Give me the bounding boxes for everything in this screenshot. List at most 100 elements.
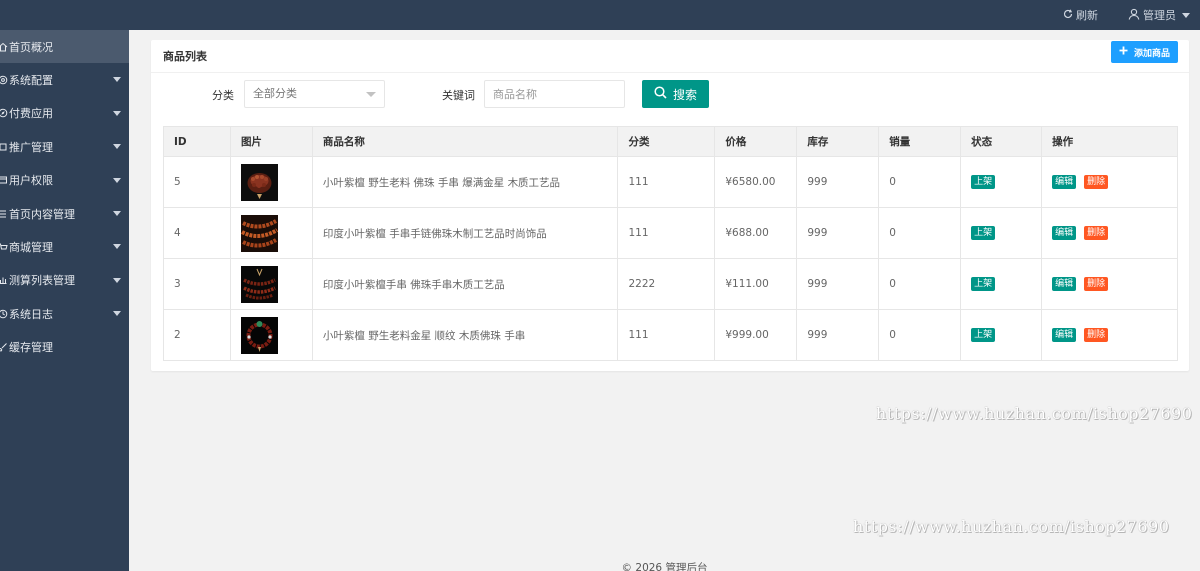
watermark-text: https://www.huzhan.com/ishop27690 bbox=[876, 404, 1193, 423]
sidebar-item-calculation-list[interactable]: 测算列表管理 bbox=[0, 264, 129, 297]
table-row: 2 小叶紫檀 野生老料金星 顺纹 木质佛珠 手串 111 ¥999.00 999… bbox=[163, 309, 1178, 361]
search-icon bbox=[654, 86, 667, 102]
cell-sales: 0 bbox=[878, 309, 962, 361]
search-form: 分类 全部分类 关键词 搜索 bbox=[151, 80, 1189, 108]
add-product-label: 添加商品 bbox=[1133, 48, 1170, 59]
cell-actions: 编辑 删除 bbox=[1041, 207, 1178, 259]
share-icon bbox=[0, 142, 8, 152]
column-header-image: 图片 bbox=[229, 126, 313, 157]
column-header-status: 状态 bbox=[960, 126, 1043, 157]
cell-image bbox=[229, 156, 313, 208]
column-header-category: 分类 bbox=[617, 126, 716, 157]
panel-title: 商品列表 bbox=[163, 50, 207, 63]
column-header-stock: 库存 bbox=[796, 126, 880, 157]
table-header-row: ID 图片 商品名称 分类 价格 库存 销量 状态 操作 bbox=[163, 126, 1178, 157]
chevron-down-icon bbox=[113, 177, 121, 183]
sidebar-item-promotion[interactable]: 推广管理 bbox=[0, 130, 129, 163]
keyword-input[interactable] bbox=[484, 80, 625, 108]
status-badge: 上架 bbox=[971, 328, 996, 342]
search-button[interactable]: 搜索 bbox=[642, 80, 709, 108]
cell-price: ¥688.00 bbox=[714, 207, 798, 259]
top-bar: 刷新 管理员 bbox=[0, 0, 1200, 30]
cell-name: 印度小叶紫檀 手串手链佛珠木制工艺品时尚饰品 bbox=[311, 207, 619, 259]
cell-image bbox=[229, 258, 313, 310]
sidebar-item-system-config[interactable]: 系统配置 bbox=[0, 63, 129, 96]
cell-category: 111 bbox=[617, 156, 716, 208]
category-label: 分类 bbox=[212, 89, 234, 102]
delete-button[interactable]: 删除 bbox=[1084, 175, 1109, 189]
cell-name: 小叶紫檀 野生老料 佛珠 手串 爆满金星 木质工艺品 bbox=[311, 156, 619, 208]
cell-category: 111 bbox=[617, 207, 716, 259]
cell-id: 4 bbox=[163, 207, 231, 259]
cell-actions: 编辑 删除 bbox=[1041, 258, 1178, 310]
plus-icon bbox=[1119, 46, 1128, 58]
product-list-panel: 商品列表 添加商品 分类 全部分类 关键词 搜索 ID 图片 商品名称 分类 价… bbox=[151, 40, 1189, 371]
product-thumbnail bbox=[240, 265, 278, 303]
table-row: 4 印度小叶紫檀 手串手链佛珠木制工艺品时尚饰品 111 ¥688.00 999… bbox=[163, 207, 1178, 259]
category-select[interactable]: 全部分类 bbox=[244, 80, 385, 108]
cell-stock: 999 bbox=[796, 156, 880, 208]
gear-icon bbox=[0, 75, 8, 85]
delete-button[interactable]: 删除 bbox=[1084, 226, 1109, 240]
footer-copyright: © 2026 管理后台 bbox=[621, 562, 708, 571]
refresh-button[interactable]: 刷新 bbox=[1063, 7, 1098, 23]
sidebar-item-home-overview[interactable]: 首页概况 bbox=[0, 30, 129, 64]
refresh-label: 刷新 bbox=[1076, 9, 1098, 22]
column-header-actions: 操作 bbox=[1041, 126, 1178, 157]
sidebar-item-home-content[interactable]: 首页内容管理 bbox=[0, 197, 129, 230]
sidebar-item-mall[interactable]: 商城管理 bbox=[0, 230, 129, 263]
sidebar-item-label: 推广管理 bbox=[9, 140, 53, 154]
cell-name: 印度小叶紫檀手串 佛珠手串木质工艺品 bbox=[311, 258, 619, 310]
cell-status: 上架 bbox=[960, 156, 1043, 208]
brush-icon bbox=[0, 342, 8, 352]
compass-icon bbox=[0, 108, 8, 118]
sidebar-item-cache[interactable]: 缓存管理 bbox=[0, 331, 129, 364]
chevron-down-icon bbox=[113, 210, 121, 216]
sidebar-item-paid-apps[interactable]: 付费应用 bbox=[0, 97, 129, 130]
search-button-label: 搜索 bbox=[672, 87, 697, 102]
table-row: 5 小叶紫檀 野生老料 佛珠 手串 爆满金星 木质工艺品 111 ¥6580.0… bbox=[163, 156, 1178, 208]
cell-price: ¥999.00 bbox=[714, 309, 798, 361]
product-thumbnail bbox=[240, 214, 278, 252]
list-icon bbox=[0, 209, 8, 219]
chevron-down-icon bbox=[113, 244, 121, 250]
status-badge: 上架 bbox=[971, 226, 996, 240]
cell-category: 111 bbox=[617, 309, 716, 361]
sidebar-item-system-log[interactable]: 系统日志 bbox=[0, 297, 129, 330]
edit-button[interactable]: 编辑 bbox=[1052, 226, 1077, 240]
settings-icon bbox=[0, 309, 8, 319]
sidebar-item-label: 测算列表管理 bbox=[9, 274, 75, 288]
cell-status: 上架 bbox=[960, 258, 1043, 310]
admin-label: 管理员 bbox=[1143, 9, 1176, 22]
delete-button[interactable]: 删除 bbox=[1084, 328, 1109, 342]
top-right-actions: 刷新 管理员 bbox=[1063, 0, 1190, 30]
sidebar-item-label: 付费应用 bbox=[9, 107, 53, 121]
edit-button[interactable]: 编辑 bbox=[1052, 328, 1077, 342]
cell-status: 上架 bbox=[960, 207, 1043, 259]
panel-header: 商品列表 bbox=[151, 40, 1189, 73]
sidebar-item-user-permissions[interactable]: 用户权限 bbox=[0, 164, 129, 197]
users-icon bbox=[0, 175, 8, 185]
edit-button[interactable]: 编辑 bbox=[1052, 175, 1077, 189]
refresh-icon bbox=[1063, 9, 1073, 22]
chevron-down-icon bbox=[366, 92, 376, 97]
sidebar-item-label: 商城管理 bbox=[9, 241, 53, 255]
watermark-text: https://www.huzhan.com/ishop27690 bbox=[853, 517, 1170, 536]
edit-button[interactable]: 编辑 bbox=[1052, 277, 1077, 291]
keyword-label: 关键词 bbox=[442, 89, 475, 102]
column-header-sales: 销量 bbox=[878, 126, 962, 157]
delete-button[interactable]: 删除 bbox=[1084, 277, 1109, 291]
add-product-button[interactable]: 添加商品 bbox=[1110, 41, 1178, 63]
product-thumbnail bbox=[240, 163, 278, 201]
chevron-down-icon bbox=[113, 277, 121, 283]
cell-image bbox=[229, 207, 313, 259]
cell-actions: 编辑 删除 bbox=[1041, 309, 1178, 361]
chevron-down-icon bbox=[113, 77, 121, 83]
chart-icon bbox=[0, 275, 8, 285]
product-table: ID 图片 商品名称 分类 价格 库存 销量 状态 操作 5 小叶紫檀 野生老料… bbox=[163, 126, 1178, 361]
category-select-value: 全部分类 bbox=[253, 87, 297, 100]
user-icon bbox=[1128, 8, 1140, 23]
cell-name: 小叶紫檀 野生老料金星 顺纹 木质佛珠 手串 bbox=[311, 309, 619, 361]
sidebar-item-label: 系统日志 bbox=[9, 307, 53, 321]
admin-menu[interactable]: 管理员 bbox=[1128, 7, 1190, 23]
